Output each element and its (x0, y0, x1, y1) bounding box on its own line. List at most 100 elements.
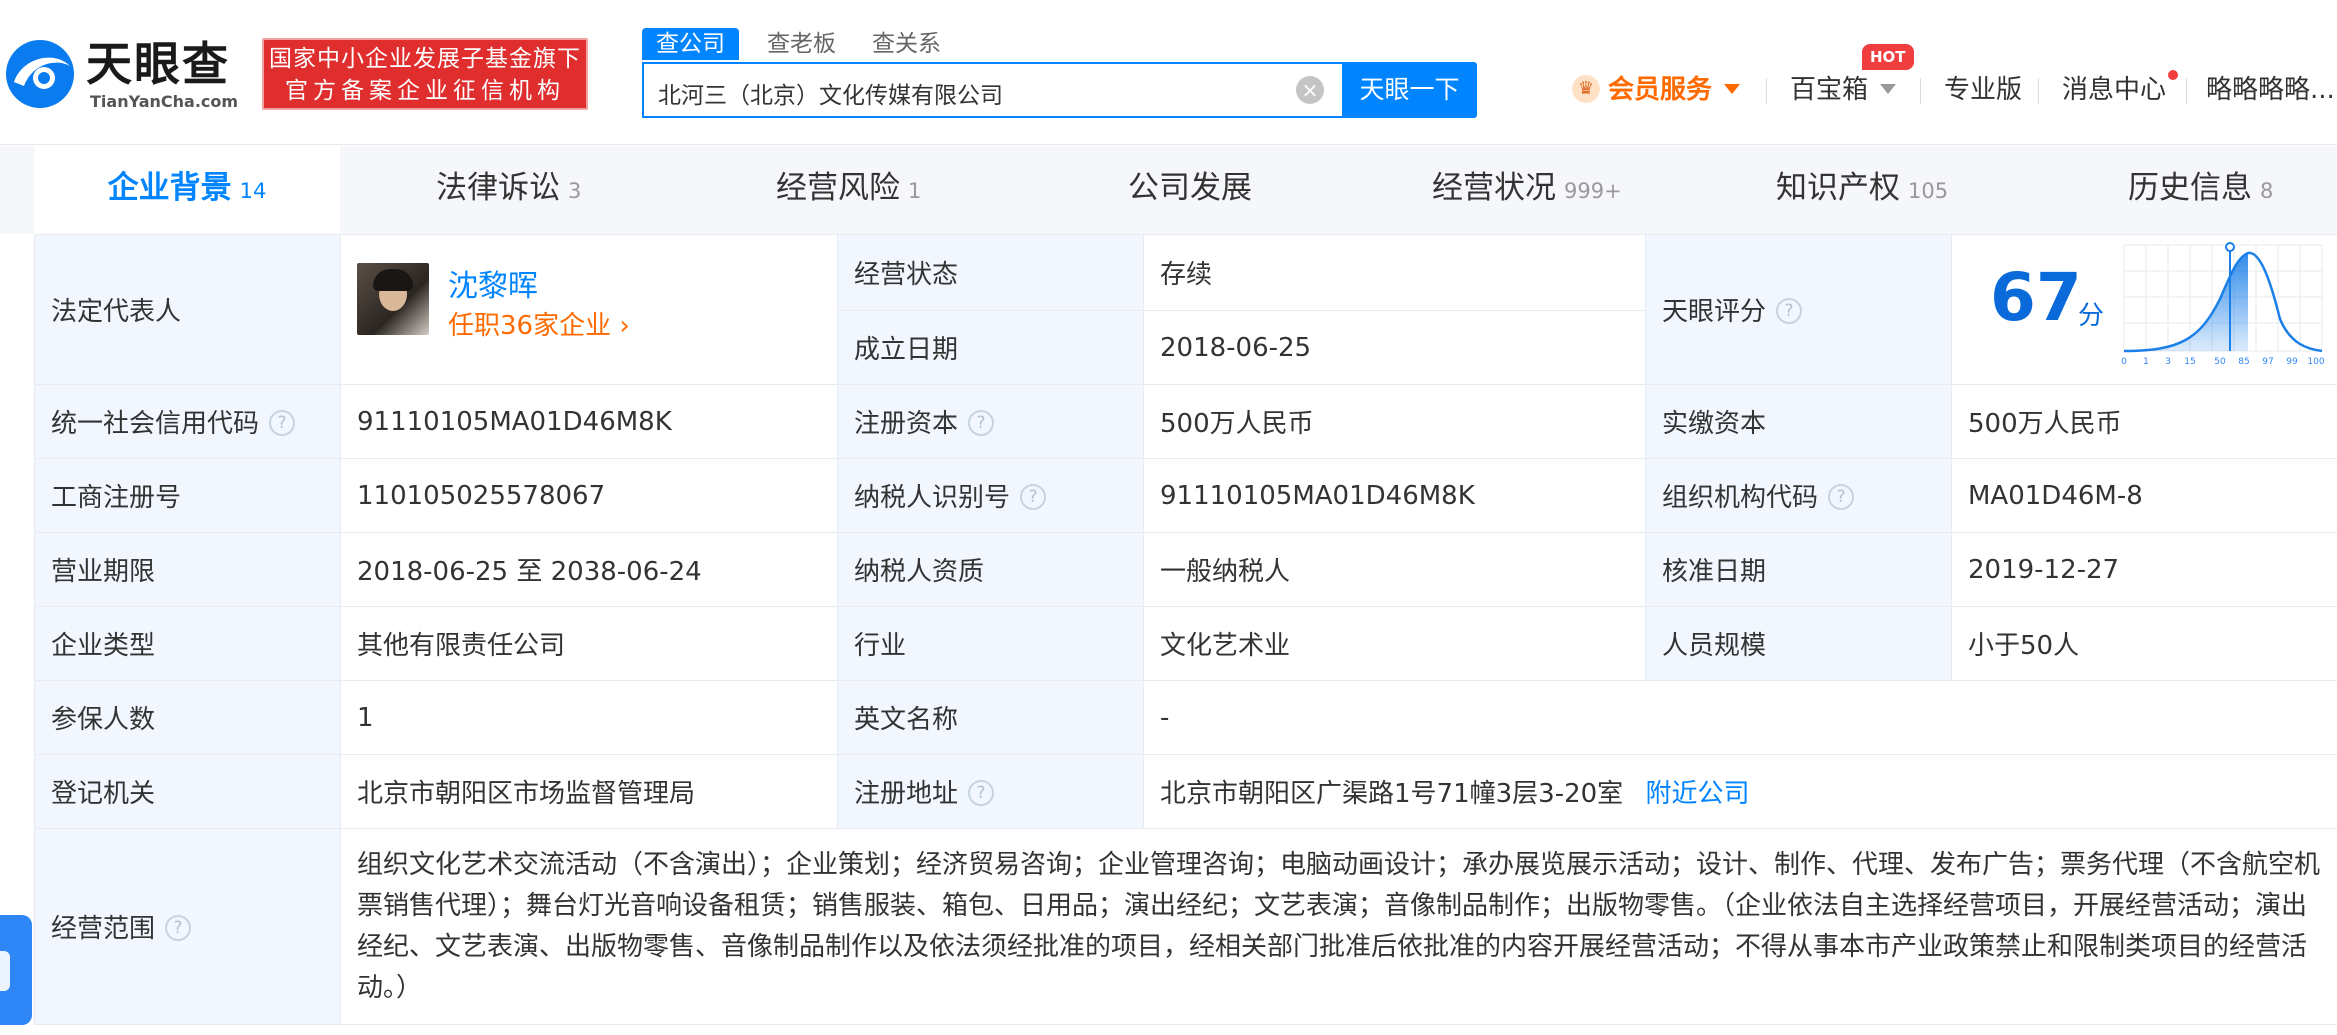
legal-rep-name-link[interactable]: 沈黎晖 (448, 261, 538, 305)
tab-operating-risk[interactable]: 经营风险 1 (776, 146, 921, 234)
table-row: 统一社会信用代码? 91110105MA01D46M8K 注册资本? 500万人… (34, 384, 2337, 459)
status-value: 存续 (1143, 234, 1646, 311)
baobox-menu[interactable]: 百宝箱 (1790, 70, 1897, 110)
score-unit: 分 (2078, 301, 2105, 331)
chevron-right-icon: › (619, 311, 630, 341)
taxpayer-id-value: 91110105MA01D46M8K (1143, 458, 1646, 533)
taxpayer-id-label: 纳税人识别号 (854, 483, 1011, 513)
tab-label: 公司发展 (1128, 170, 1252, 206)
search-input-value: 北河三（北京）文化传媒有限公司 (658, 83, 1003, 109)
tax-qual-value: 一般纳税人 (1143, 532, 1646, 607)
scope-label-cell: 经营范围? (34, 828, 341, 1025)
tab-label: 历史信息 (2128, 170, 2252, 206)
pro-version-link[interactable]: 专业版 (1944, 70, 2022, 110)
staff-value: 小于50人 (1951, 606, 2337, 681)
nearby-companies-link[interactable]: 附近公司 (1645, 779, 1749, 809)
insured-value: 1 (340, 680, 838, 755)
message-center-link[interactable]: 消息中心 (2062, 70, 2166, 110)
legal-rep-jobs-link[interactable]: 任职36家企业 › (448, 305, 630, 342)
help-icon[interactable]: ? (1020, 483, 1047, 510)
type-value: 其他有限责任公司 (340, 606, 838, 681)
authority-value: 北京市朝阳区市场监督管理局 (340, 754, 838, 829)
org-code-label: 组织机构代码 (1662, 483, 1819, 513)
score-axis-tick: 3 (2165, 357, 2171, 367)
company-info-table: 法定代表人 沈黎晖 任职36家企业 › 经营状态 存续 天眼评分? 67 分 0… (34, 234, 2337, 1025)
tab-history-info[interactable]: 历史信息 8 (2128, 146, 2273, 234)
address-cell: 北京市朝阳区广渠路1号71幢3层3-20室 附近公司 (1143, 754, 2337, 829)
reg-capital-label-cell: 注册资本? (837, 384, 1144, 459)
hot-badge: HOT (1862, 44, 1914, 70)
tab-legal-litigation[interactable]: 法律诉讼 3 (436, 146, 581, 234)
help-icon[interactable]: ? (1828, 483, 1855, 510)
status-label: 经营状态 (837, 234, 1144, 311)
term-value: 2018-06-25 至 2038-06-24 (340, 532, 838, 607)
en-name-label: 英文名称 (837, 680, 1144, 755)
table-row: 企业类型 其他有限责任公司 行业 文化艺术业 人员规模 小于50人 (34, 606, 2337, 681)
score-axis-tick: 100 (2307, 357, 2324, 367)
clear-icon[interactable]: × (1296, 76, 1324, 104)
table-row: 营业期限 2018-06-25 至 2038-06-24 纳税人资质 一般纳税人… (34, 532, 2337, 607)
logo-text-cn: 天眼查 (86, 37, 230, 91)
vip-service-menu[interactable]: ♛ 会员服务 (1572, 70, 1741, 110)
founded-label: 成立日期 (837, 310, 1144, 385)
approve-value: 2019-12-27 (1951, 532, 2337, 607)
help-icon[interactable]: ? (1776, 297, 1803, 324)
chevron-down-icon (1880, 83, 1897, 94)
help-icon[interactable]: ? (968, 779, 995, 806)
tab-count: 105 (1908, 179, 1949, 203)
help-icon[interactable]: ? (165, 914, 192, 941)
site-logo[interactable]: 天眼查 TianYanCha.com (4, 34, 244, 114)
avatar[interactable] (357, 263, 429, 335)
search-tab-boss[interactable]: 查老板 (767, 28, 836, 60)
help-icon[interactable]: ? (968, 409, 995, 436)
help-icon[interactable]: ? (269, 409, 296, 436)
address-label: 注册地址 (854, 779, 959, 809)
search-tab-company[interactable]: 查公司 (642, 28, 739, 60)
section-tabs: 企业背景 14 法律诉讼 3 经营风险 1 公司发展 经营状况 999+ 知识产权 105… (0, 146, 2337, 234)
taxpayer-id-label-cell: 纳税人识别号? (837, 458, 1144, 533)
score-axis-tick: 99 (2286, 357, 2298, 367)
search-button[interactable]: 天眼一下 (1342, 62, 1477, 118)
gov-badge-line1: 国家中小企业发展子基金旗下 (269, 46, 581, 72)
tab-label: 法律诉讼 (436, 170, 560, 206)
score-cell[interactable]: 67 分 0 1 3 15 50 85 97 99 100 (1951, 234, 2337, 385)
tab-operating-status[interactable]: 经营状况 999+ (1432, 146, 1622, 234)
unread-dot (2168, 70, 2178, 80)
tab-count: 14 (239, 179, 267, 203)
tab-company-development[interactable]: 公司发展 (1128, 146, 1252, 234)
score-axis-tick: 50 (2214, 357, 2226, 367)
table-row: 工商注册号 110105025578067 纳税人识别号? 91110105MA… (34, 458, 2337, 533)
legal-rep-label: 法定代表人 (34, 234, 341, 385)
founded-value: 2018-06-25 (1143, 310, 1646, 385)
staff-label: 人员规模 (1645, 606, 1952, 681)
industry-label: 行业 (837, 606, 1144, 681)
tab-count: 8 (2260, 179, 2274, 203)
tab-intellectual-property[interactable]: 知识产权 105 (1776, 146, 1948, 234)
tab-company-background[interactable]: 企业背景 14 (34, 146, 340, 234)
biz-reg-no-value: 110105025578067 (340, 458, 838, 533)
gov-badge-line2: 官方备案企业征信机构 (285, 78, 565, 104)
score-label-cell: 天眼评分? (1645, 234, 1952, 385)
nav-divider (1920, 78, 1921, 104)
gov-badge: 国家中小企业发展子基金旗下 官方备案企业征信机构 (262, 38, 588, 110)
score-distribution-chart: 0 1 3 15 50 85 97 99 100 (2121, 242, 2325, 367)
insured-label: 参保人数 (34, 680, 341, 755)
search-tab-relation[interactable]: 查关系 (872, 28, 941, 60)
tab-label: 经营风险 (776, 170, 900, 206)
scope-value: 组织文化艺术交流活动（不含演出）；企业策划；经济贸易咨询；企业管理咨询；电脑动画… (340, 828, 2337, 1025)
legal-rep-cell: 沈黎晖 任职36家企业 › (340, 234, 838, 385)
baobox-label: 百宝箱 (1790, 75, 1869, 105)
floating-side-tab[interactable] (0, 915, 32, 1025)
scope-label: 经营范围 (51, 914, 156, 944)
user-menu[interactable]: 略略略略... (2206, 70, 2335, 110)
logo-text-en: TianYanCha.com (90, 92, 239, 111)
score-axis-tick: 97 (2262, 357, 2273, 367)
tab-label: 企业背景 (107, 170, 232, 206)
org-code-value: MA01D46M-8 (1951, 458, 2337, 533)
score-axis-tick: 0 (2121, 357, 2127, 367)
credit-code-label: 统一社会信用代码 (51, 409, 260, 439)
tab-count: 999+ (1564, 179, 1622, 203)
score-label: 天眼评分 (1662, 297, 1767, 327)
address-label-cell: 注册地址? (837, 754, 1144, 829)
search-input[interactable]: 北河三（北京）文化传媒有限公司 × (642, 62, 1342, 118)
